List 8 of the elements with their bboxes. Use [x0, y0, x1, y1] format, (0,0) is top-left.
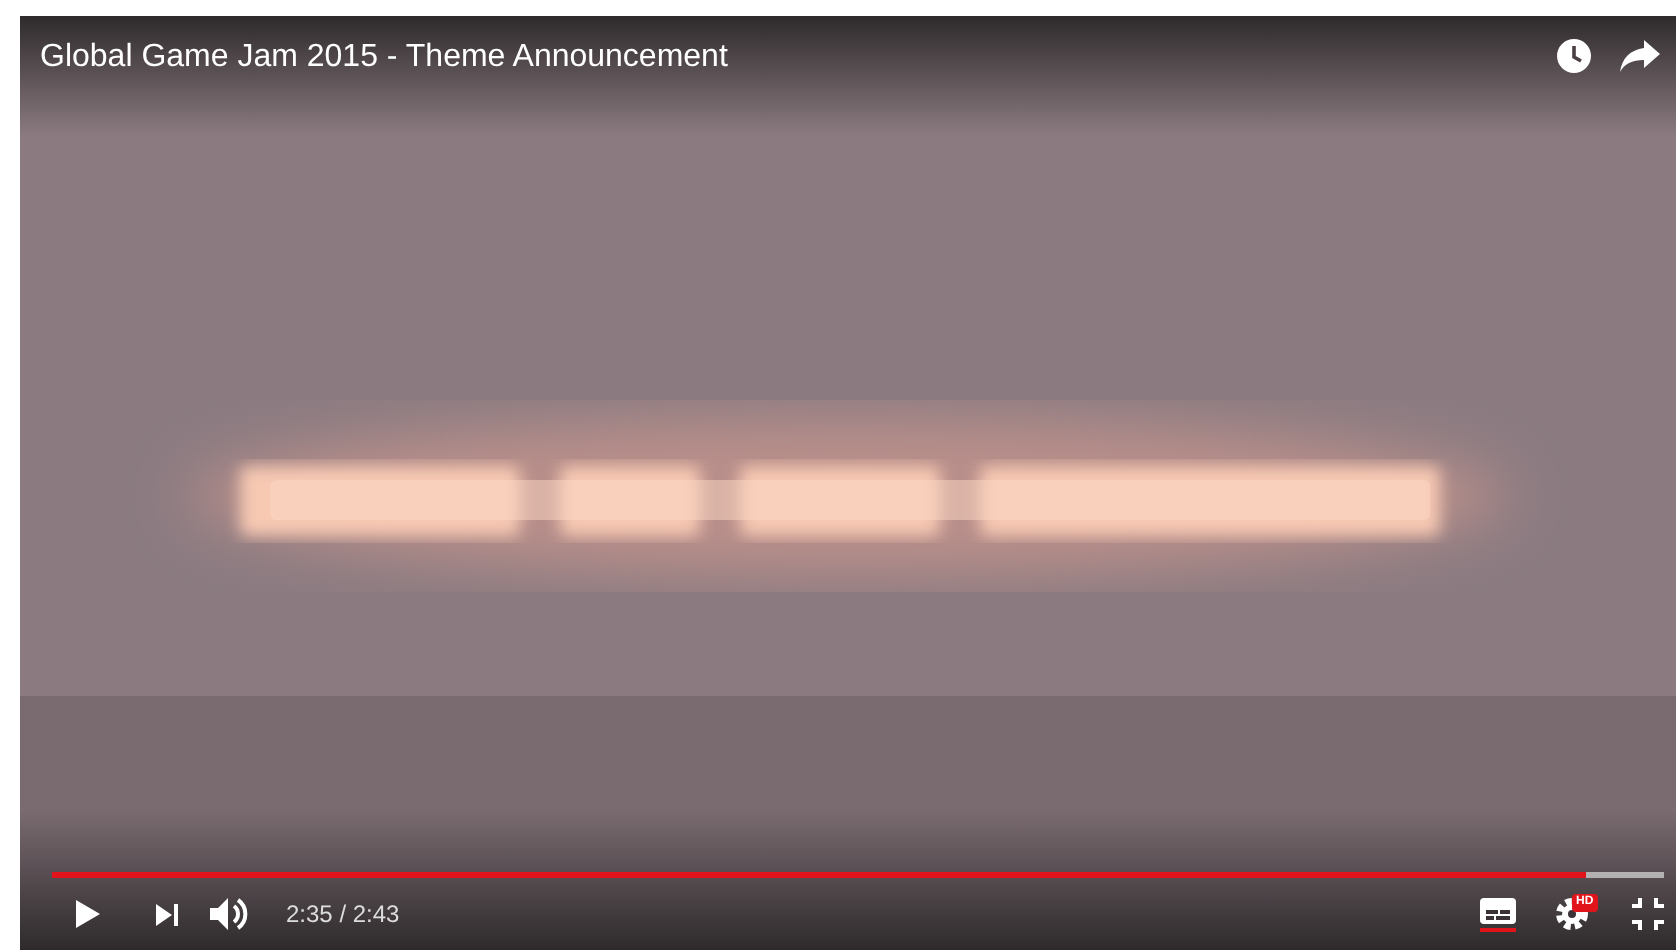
time-display: 2:35 / 2:43	[286, 900, 400, 928]
play-icon[interactable]	[76, 900, 100, 928]
captions-button[interactable]	[1480, 897, 1516, 931]
exit-fullscreen-icon[interactable]	[1632, 898, 1664, 930]
clock-icon[interactable]	[1556, 38, 1592, 74]
share-icon[interactable]	[1620, 40, 1660, 72]
next-icon[interactable]	[156, 903, 178, 925]
volume-icon[interactable]	[210, 898, 250, 930]
